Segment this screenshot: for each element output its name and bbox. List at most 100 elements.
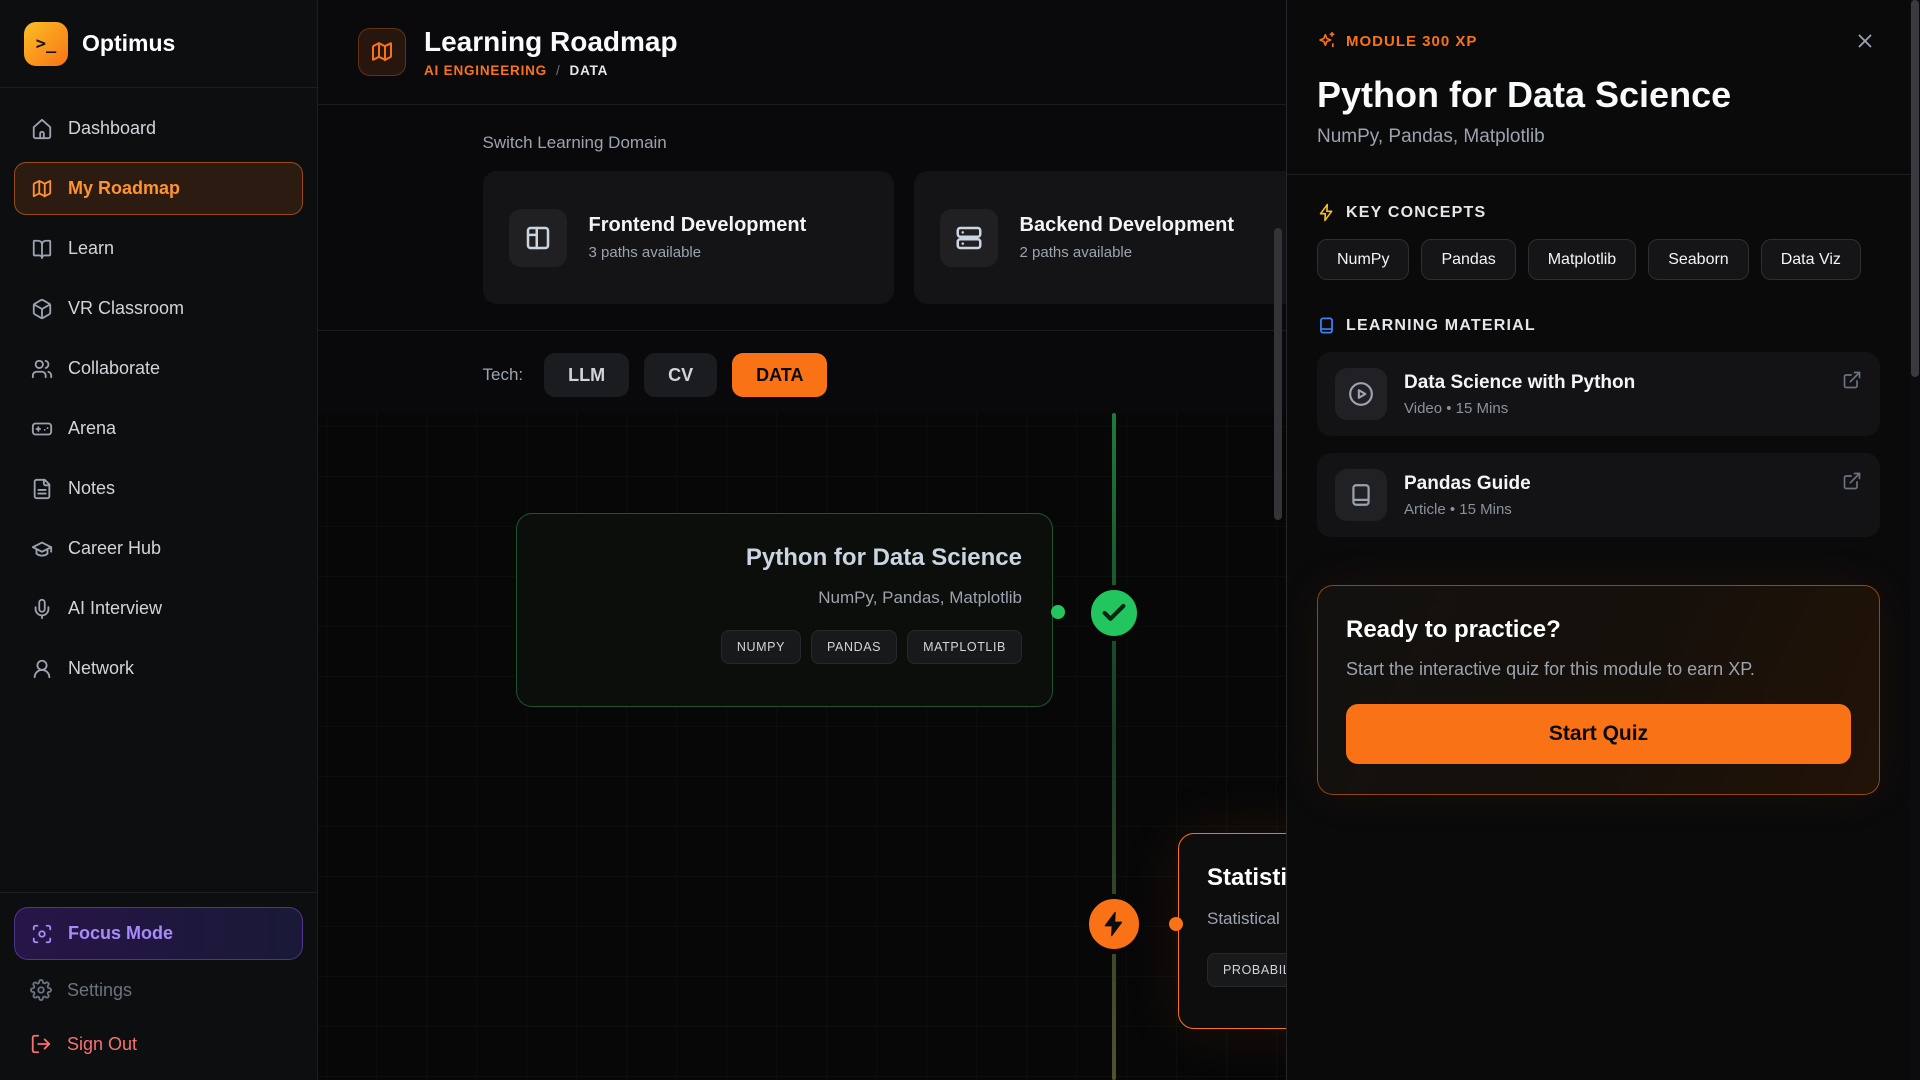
concept-chip[interactable]: Pandas [1421, 239, 1515, 280]
divider [1287, 174, 1910, 175]
settings-label: Settings [67, 980, 132, 1001]
tech-filter-llm[interactable]: LLM [544, 353, 629, 397]
sidebar-item-career-hub[interactable]: Career Hub [14, 522, 303, 575]
close-icon[interactable] [1850, 26, 1880, 56]
roadmap-timeline [1112, 413, 1116, 1080]
focus-icon [31, 923, 53, 945]
book-open-icon [31, 238, 53, 260]
breadcrumb-current: DATA [570, 63, 609, 78]
sign-out-button[interactable]: Sign Out [14, 1020, 303, 1068]
server-icon [940, 209, 998, 267]
concept-chip[interactable]: NumPy [1317, 239, 1409, 280]
external-link-icon[interactable] [1842, 471, 1862, 491]
domain-card-frontend[interactable]: Frontend Development 3 paths available [483, 171, 894, 304]
learning-material-heading: LEARNING MATERIAL [1317, 316, 1880, 335]
sign-out-label: Sign Out [67, 1034, 137, 1055]
domain-card-title: Backend Development [1020, 214, 1235, 237]
breadcrumb: AI ENGINEERING / DATA [424, 63, 678, 78]
terminal-logo-icon: >_ [24, 22, 68, 66]
practice-title: Ready to practice? [1346, 616, 1851, 644]
focus-mode-button[interactable]: Focus Mode [14, 907, 303, 960]
domain-card-backend[interactable]: Backend Development 2 paths available [914, 171, 1325, 304]
sidebar-item-notes[interactable]: Notes [14, 462, 303, 515]
book-icon [1335, 469, 1387, 521]
sidebar-item-dashboard[interactable]: Dashboard [14, 102, 303, 155]
user-icon [31, 658, 53, 680]
material-item-article[interactable]: Pandas Guide Article • 15 Mins [1317, 453, 1880, 537]
sidebar-item-label: Collaborate [68, 358, 160, 379]
main-scrollbar[interactable] [1274, 228, 1282, 520]
breadcrumb-section[interactable]: AI ENGINEERING [424, 63, 547, 78]
zap-icon [1317, 203, 1336, 222]
module-xp-label: MODULE 300 XP [1346, 33, 1477, 50]
material-title: Pandas Guide [1404, 473, 1531, 495]
material-meta: Article • 15 Mins [1404, 501, 1531, 518]
sidebar: >_ Optimus Dashboard My Roadmap Learn VR… [0, 0, 318, 1080]
tech-filter-data[interactable]: DATA [732, 353, 827, 397]
module-detail-panel: MODULE 300 XP Python for Data Science Nu… [1286, 0, 1910, 1080]
concept-chip[interactable]: Data Viz [1761, 239, 1861, 280]
module-subtitle: NumPy, Pandas, Matplotlib [1317, 126, 1880, 148]
sidebar-item-network[interactable]: Network [14, 642, 303, 695]
sidebar-nav: Dashboard My Roadmap Learn VR Classroom … [0, 88, 317, 695]
gear-icon [30, 979, 52, 1001]
sidebar-item-learn[interactable]: Learn [14, 222, 303, 275]
module-xp-badge: MODULE 300 XP [1317, 31, 1477, 51]
book-icon [1317, 316, 1336, 335]
node-tag: PANDAS [811, 630, 897, 664]
tech-filter-label: Tech: [483, 365, 524, 385]
sidebar-item-label: My Roadmap [68, 178, 180, 199]
node-tag: NUMPY [721, 630, 801, 664]
page-title: Learning Roadmap [424, 26, 678, 58]
map-icon [31, 178, 53, 200]
users-icon [31, 358, 53, 380]
learning-material-list: Data Science with Python Video • 15 Mins… [1317, 352, 1880, 537]
key-concepts-heading: KEY CONCEPTS [1317, 203, 1880, 222]
active-bolt-icon[interactable] [1084, 894, 1144, 954]
sidebar-item-my-roadmap[interactable]: My Roadmap [14, 162, 303, 215]
sidebar-item-label: Network [68, 658, 134, 679]
panel-scrollbar-track[interactable] [1910, 0, 1920, 1080]
play-circle-icon [1335, 368, 1387, 420]
sidebar-footer: Focus Mode Settings Sign Out [0, 892, 317, 1080]
material-title: Data Science with Python [1404, 372, 1635, 394]
sidebar-item-label: Arena [68, 418, 116, 439]
logout-icon [30, 1033, 52, 1055]
domain-card-title: Frontend Development [589, 214, 807, 237]
roadmap-node-python[interactable]: Python for Data Science NumPy, Pandas, M… [516, 513, 1053, 707]
layout-icon [509, 209, 567, 267]
node-title: Python for Data Science [547, 544, 1022, 572]
completed-check-icon[interactable] [1086, 585, 1142, 641]
sidebar-item-collaborate[interactable]: Collaborate [14, 342, 303, 395]
graduation-cap-icon [31, 538, 53, 560]
domain-card-subtitle: 3 paths available [589, 244, 807, 261]
tech-filter-cv[interactable]: CV [644, 353, 717, 397]
file-text-icon [31, 478, 53, 500]
material-item-video[interactable]: Data Science with Python Video • 15 Mins [1317, 352, 1880, 436]
concept-chip[interactable]: Seaborn [1648, 239, 1749, 280]
material-meta: Video • 15 Mins [1404, 400, 1635, 417]
sidebar-item-label: Notes [68, 478, 115, 499]
breadcrumb-separator: / [556, 63, 561, 78]
sidebar-item-ai-interview[interactable]: AI Interview [14, 582, 303, 635]
sidebar-item-label: Career Hub [68, 538, 161, 559]
focus-mode-label: Focus Mode [68, 923, 173, 944]
panel-scrollbar-thumb[interactable] [1911, 0, 1919, 377]
settings-button[interactable]: Settings [14, 966, 303, 1014]
gamepad-icon [31, 418, 53, 440]
external-link-icon[interactable] [1842, 370, 1862, 390]
sidebar-item-label: AI Interview [68, 598, 162, 619]
cube-icon [31, 298, 53, 320]
app-name: Optimus [82, 30, 175, 57]
sparkles-icon [1317, 31, 1337, 51]
start-quiz-button[interactable]: Start Quiz [1346, 704, 1851, 764]
concept-chip[interactable]: Matplotlib [1528, 239, 1636, 280]
app-logo: >_ Optimus [0, 0, 317, 88]
home-icon [31, 118, 53, 140]
sidebar-item-arena[interactable]: Arena [14, 402, 303, 455]
roadmap-header-icon [358, 28, 406, 76]
sidebar-item-label: Dashboard [68, 118, 156, 139]
sidebar-item-label: VR Classroom [68, 298, 184, 319]
connector-dot-active [1169, 917, 1183, 931]
sidebar-item-vr-classroom[interactable]: VR Classroom [14, 282, 303, 335]
